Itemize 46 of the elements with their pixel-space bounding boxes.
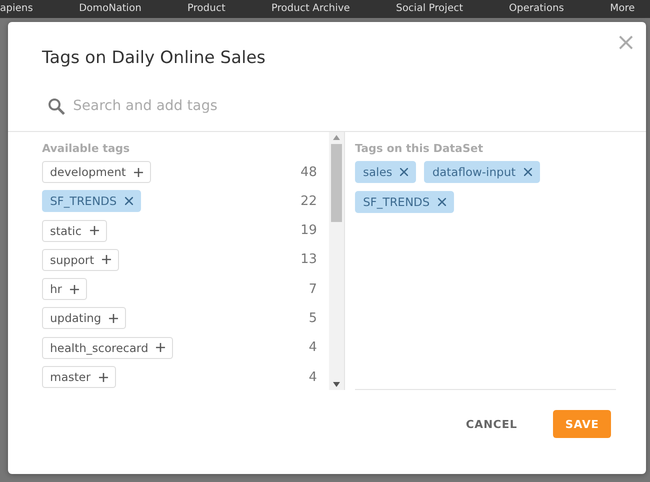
dialog-title: Tags on Daily Online Sales — [42, 48, 267, 68]
plus-icon — [102, 255, 112, 264]
nav-item[interactable]: Operations — [509, 3, 564, 15]
cancel-button[interactable]: CANCEL — [454, 410, 530, 438]
tag-chip[interactable]: SF_TRENDS — [355, 191, 454, 213]
tag-chip[interactable]: health_scorecard — [42, 336, 174, 359]
nav-item[interactable]: More — [610, 3, 635, 15]
tag-chip[interactable]: dataflow-input — [424, 161, 540, 183]
plus-icon — [98, 372, 108, 382]
tag-chip[interactable]: SF_TRENDS — [42, 190, 141, 212]
tag-chip[interactable]: static — [42, 220, 107, 242]
tag-count: 19 — [300, 223, 317, 238]
tag-count: 4 — [308, 370, 317, 385]
tag-chip[interactable]: hr — [42, 278, 88, 300]
nav-item[interactable]: Product — [187, 3, 226, 15]
tag-count: 48 — [300, 164, 317, 180]
plus-icon — [90, 226, 99, 236]
tag-chip[interactable]: master — [42, 366, 116, 388]
nav-item[interactable]: Social Project — [396, 3, 464, 15]
tag-chip[interactable]: sales — [355, 161, 416, 183]
tag-count: 7 — [308, 282, 317, 297]
close-icon — [438, 198, 446, 206]
nav-item[interactable]: Product Archive — [271, 3, 350, 15]
section-heading: Available tags — [42, 142, 131, 155]
tag-count: 5 — [308, 310, 317, 326]
scrollbar[interactable] — [329, 132, 344, 390]
search-icon — [48, 98, 65, 114]
tag-count: 22 — [300, 194, 317, 209]
nav-item[interactable]: DomoNation — [78, 3, 142, 15]
nav-item[interactable]: apiens — [0, 3, 33, 15]
close-icon — [524, 168, 532, 176]
close-icon — [124, 197, 133, 206]
plus-icon — [134, 168, 143, 176]
plus-icon — [156, 343, 166, 352]
tag-count: 13 — [300, 252, 317, 268]
plus-icon — [109, 314, 118, 323]
scroll-up-icon[interactable] — [333, 135, 340, 140]
scrollbar-thumb[interactable] — [331, 144, 342, 222]
plus-icon — [70, 284, 80, 294]
tag-chip[interactable]: updating — [42, 307, 126, 330]
section-heading: Tags on this DataSet — [355, 142, 484, 155]
tag-chip[interactable]: development — [42, 161, 151, 183]
close-icon — [400, 168, 408, 176]
scroll-down-icon[interactable] — [333, 382, 340, 387]
tag-chip[interactable]: support — [42, 248, 120, 271]
tag-count: 4 — [308, 340, 317, 356]
